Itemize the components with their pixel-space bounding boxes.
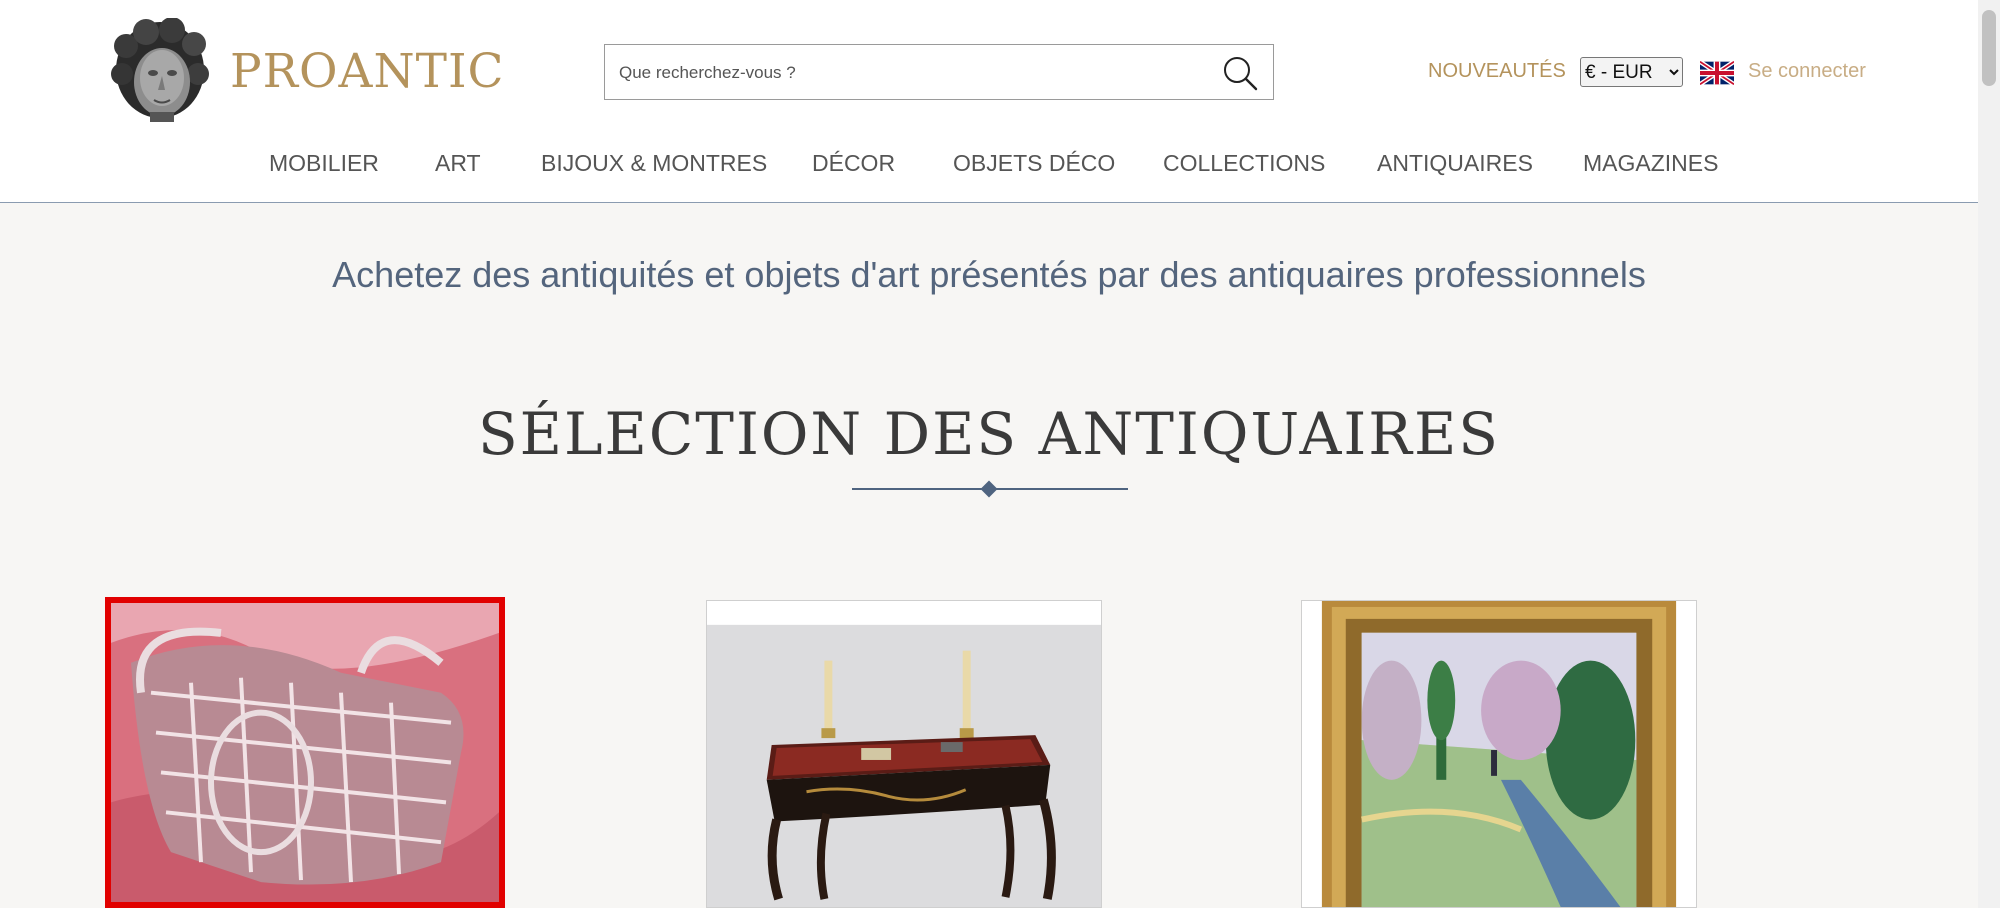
nav-item-magazines[interactable]: MAGAZINES	[1583, 150, 1718, 177]
logo[interactable]: PROANTIC	[110, 18, 505, 124]
nav-item-bijoux-montres[interactable]: BIJOUX & MONTRES	[541, 150, 767, 177]
new-arrivals-link[interactable]: NOUVEAUTÉS	[1428, 60, 1566, 83]
main-nav: MOBILIER ART BIJOUX & MONTRES DÉCOR OBJE…	[0, 150, 1978, 180]
nav-item-mobilier[interactable]: MOBILIER	[269, 150, 379, 177]
logo-text: PROANTIC	[230, 43, 505, 99]
nav-item-art[interactable]: ART	[435, 150, 481, 177]
search-icon[interactable]	[1221, 54, 1259, 92]
site-header: PROANTIC NOUVEAUTÉS € - EUR Se connecter…	[0, 0, 1978, 203]
page-scrollbar[interactable]	[1978, 0, 2000, 908]
product-card-basket[interactable]	[105, 597, 505, 908]
section-title: SÉLECTION DES ANTIQUAIRES	[477, 400, 1501, 468]
search-input[interactable]	[617, 45, 1201, 101]
product-card-painting[interactable]	[1301, 600, 1697, 908]
search-box	[604, 44, 1274, 101]
lacquered-desk-image	[707, 601, 1101, 907]
product-card-desk[interactable]	[706, 600, 1102, 908]
uk-flag-icon[interactable]	[1700, 61, 1734, 85]
nav-item-decor[interactable]: DÉCOR	[812, 150, 895, 177]
site-tagline: Achetez des antiquités et objets d'art p…	[332, 254, 1646, 295]
framed-landscape-painting-image	[1302, 601, 1696, 907]
silver-basket-image	[111, 603, 499, 902]
cherub-head-logo-icon	[111, 18, 209, 122]
title-divider-diamond	[980, 480, 998, 498]
login-link[interactable]: Se connecter	[1748, 60, 1866, 83]
nav-item-collections[interactable]: COLLECTIONS	[1163, 150, 1325, 177]
nav-item-antiquaires[interactable]: ANTIQUAIRES	[1377, 150, 1533, 177]
scrollbar-thumb[interactable]	[1982, 10, 1996, 86]
currency-select[interactable]: € - EUR	[1580, 57, 1683, 87]
nav-item-objets-deco[interactable]: OBJETS DÉCO	[953, 150, 1115, 177]
